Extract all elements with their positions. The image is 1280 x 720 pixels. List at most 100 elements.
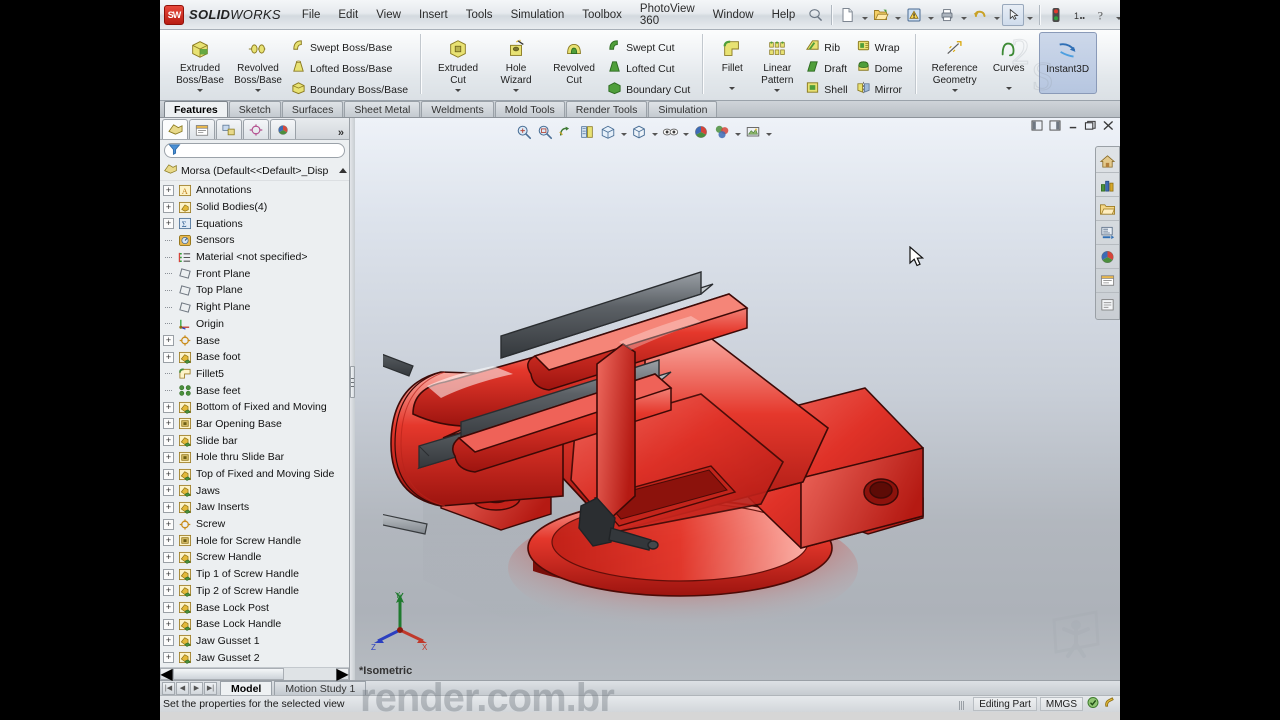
save-icon[interactable] [903, 4, 925, 26]
select-dropdown[interactable] [1025, 5, 1034, 25]
menu-item-window[interactable]: Window [704, 6, 763, 24]
menu-item-edit[interactable]: Edit [329, 6, 367, 24]
revolved-cut-button[interactable]: Revolved Cut [545, 33, 603, 86]
open-document-dropdown[interactable] [893, 5, 902, 25]
dome-button[interactable]: Dome [852, 58, 907, 79]
design-library-icon[interactable] [1096, 173, 1119, 197]
save-dropdown[interactable] [926, 5, 935, 25]
tab-sketch[interactable]: Sketch [228, 101, 281, 117]
feature-tree-item[interactable]: Base feet [160, 382, 349, 399]
fillet-dropdown-icon[interactable] [729, 87, 736, 90]
hole-wizard-dropdown-icon[interactable] [513, 89, 520, 92]
menu-item-photoview360[interactable]: PhotoView 360 [631, 0, 704, 30]
draft-button[interactable]: Draft [801, 58, 851, 79]
zoom-to-fit-icon[interactable] [514, 122, 534, 142]
tree-expand-toggle[interactable]: + [163, 585, 174, 597]
search-icon[interactable] [1096, 221, 1119, 245]
tree-expand-toggle[interactable]: + [163, 201, 174, 213]
tab-simulation[interactable]: Simulation [648, 101, 718, 117]
tree-expand-toggle[interactable]: + [163, 518, 174, 530]
hide-show-items-icon[interactable] [660, 122, 680, 142]
tree-expand-toggle[interactable]: + [163, 618, 174, 630]
view-palette-icon[interactable] [1096, 245, 1119, 269]
viewport-close-button[interactable] [1101, 118, 1116, 132]
feature-tree-item[interactable]: + Solid Bodies(4) [160, 199, 349, 216]
feature-tree-tab[interactable] [162, 119, 188, 139]
wrap-button[interactable]: Wrap [852, 37, 907, 58]
tab-mold-tools[interactable]: Mold Tools [494, 101, 565, 117]
status-rebuild-icon[interactable] [1086, 696, 1100, 712]
new-document-dropdown[interactable] [860, 5, 869, 25]
display-style-icon[interactable] [629, 122, 649, 142]
viewport-minimize-button[interactable] [1065, 118, 1080, 132]
apply-scene-icon[interactable] [712, 122, 732, 142]
solidworks-resources-icon[interactable] [1096, 149, 1119, 173]
boundary-cut-button[interactable]: Boundary Cut [603, 79, 694, 100]
apply-scene-dropdown[interactable] [733, 122, 742, 142]
help-icon[interactable]: ? [1091, 4, 1113, 26]
feature-tree-item[interactable]: + Base [160, 332, 349, 349]
tree-expand-toggle[interactable]: + [163, 551, 174, 563]
select-icon[interactable] [1002, 3, 1025, 26]
menu-item-file[interactable]: File [293, 6, 330, 24]
feature-tree-item[interactable]: + A Annotations [160, 182, 349, 199]
hole-wizard-button[interactable]: Hole Wizard [487, 33, 545, 92]
swept-boss-base-button[interactable]: Swept Boss/Base [287, 37, 412, 58]
rib-button[interactable]: Rib [801, 37, 851, 58]
property-manager-tab[interactable] [189, 119, 215, 139]
feature-tree[interactable]: + A Annotations + Solid Bodies(4) + Σ Equations… [160, 181, 349, 667]
new-document-icon[interactable] [837, 4, 859, 26]
feature-tree-item[interactable]: + Jaw Gusset 1 [160, 633, 349, 650]
feature-tree-item[interactable]: + Base Lock Post [160, 599, 349, 616]
nav-next-button[interactable]: ▶ [190, 681, 203, 695]
tab-weldments[interactable]: Weldments [421, 101, 494, 117]
feature-tree-item[interactable]: Fillet5 [160, 366, 349, 383]
edit-appearance-icon[interactable] [691, 122, 711, 142]
tab-motion-study[interactable]: Motion Study 1 [274, 681, 367, 695]
tree-expand-toggle[interactable]: + [163, 335, 174, 347]
feature-tree-item[interactable]: + Jaw Gusset 2 [160, 649, 349, 666]
tree-expand-toggle[interactable]: + [163, 468, 174, 480]
status-units[interactable]: MMGS [1039, 697, 1083, 711]
tree-expand-toggle[interactable]: + [163, 351, 174, 363]
reference-geometry-button[interactable]: Reference Geometry [924, 33, 986, 92]
options-icon[interactable]: 1 [1068, 4, 1090, 26]
status-warning-icon[interactable] [1103, 696, 1116, 712]
swept-cut-button[interactable]: Swept Cut [603, 37, 694, 58]
menu-item-insert[interactable]: Insert [410, 6, 457, 24]
file-explorer-icon[interactable] [1096, 197, 1119, 221]
appearances-scenes-icon[interactable] [1096, 269, 1119, 293]
feature-tree-item[interactable]: Right Plane [160, 299, 349, 316]
hscroll-track[interactable] [173, 668, 336, 680]
feature-tree-item[interactable]: Material <not specified> [160, 249, 349, 266]
feature-tree-item[interactable]: Front Plane [160, 265, 349, 282]
pin-menu-icon[interactable] [804, 4, 826, 26]
instant3d-button[interactable]: Instant3D [1038, 32, 1097, 94]
hscroll-right-arrow[interactable]: ▶ [336, 666, 349, 683]
view-settings-dropdown[interactable] [764, 122, 773, 142]
feature-tree-item[interactable]: + Hole for Screw Handle [160, 532, 349, 549]
nav-previous-button[interactable]: ◀ [176, 681, 189, 695]
tab-model[interactable]: Model [220, 681, 273, 695]
hscroll-thumb[interactable] [173, 668, 284, 680]
curves-button[interactable]: Curves [986, 33, 1032, 90]
feature-manager-more-button[interactable]: » [338, 125, 349, 139]
view-settings-icon[interactable] [743, 122, 763, 142]
extruded-boss-base-button[interactable]: Extruded Boss/Base [171, 33, 229, 92]
view-orientation-dropdown[interactable] [619, 122, 628, 142]
feature-tree-item[interactable]: Top Plane [160, 282, 349, 299]
custom-properties-icon[interactable] [1096, 293, 1119, 317]
print-dropdown[interactable] [959, 5, 968, 25]
zoom-to-area-icon[interactable] [535, 122, 555, 142]
linear-pattern-button[interactable]: Linear Pattern [753, 33, 801, 92]
linear-pattern-dropdown-icon[interactable] [774, 89, 781, 92]
bench-vise-model[interactable] [383, 176, 983, 646]
extruded-boss-dropdown-icon[interactable] [197, 89, 203, 92]
tab-features[interactable]: Features [164, 101, 228, 117]
open-document-icon[interactable] [870, 4, 892, 26]
feature-tree-item[interactable]: + Screw [160, 516, 349, 533]
tree-expand-toggle[interactable]: + [163, 535, 174, 547]
undo-dropdown[interactable] [992, 5, 1001, 25]
feature-tree-item[interactable]: + Bar Opening Base [160, 416, 349, 433]
display-style-dropdown[interactable] [650, 122, 659, 142]
